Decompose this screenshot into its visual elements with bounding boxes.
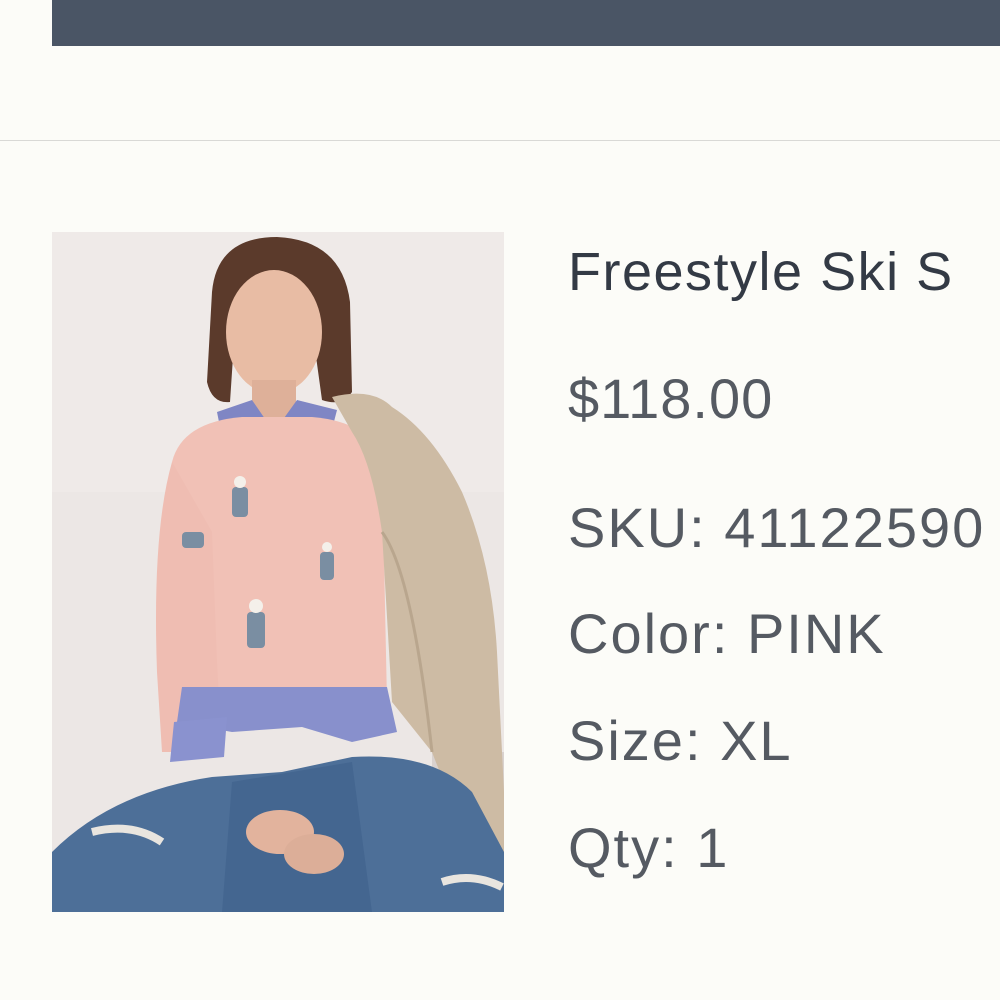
color-value: PINK	[746, 602, 886, 665]
sku-value: 41122590	[724, 496, 986, 559]
size-value: XL	[720, 709, 793, 772]
product-title[interactable]: Freestyle Ski S	[568, 240, 954, 304]
qty-row: Qty: 1	[568, 815, 729, 881]
product-price: $118.00	[568, 367, 774, 430]
size-label: Size:	[568, 709, 721, 772]
product-photo	[52, 232, 504, 912]
product-details: Freestyle Ski S $118.00 SKU: 41122590 Co…	[568, 0, 1000, 1000]
qty-label: Qty:	[568, 816, 697, 879]
color-label: Color:	[568, 602, 747, 665]
sku-row: SKU: 41122590	[568, 495, 985, 561]
color-row: Color: PINK	[568, 601, 886, 667]
sku-label: SKU:	[568, 496, 725, 559]
size-row: Size: XL	[568, 708, 793, 774]
qty-value: 1	[696, 816, 730, 879]
product-image[interactable]	[52, 232, 504, 912]
order-item-page: Freestyle Ski S $118.00 SKU: 41122590 Co…	[0, 0, 1000, 1000]
